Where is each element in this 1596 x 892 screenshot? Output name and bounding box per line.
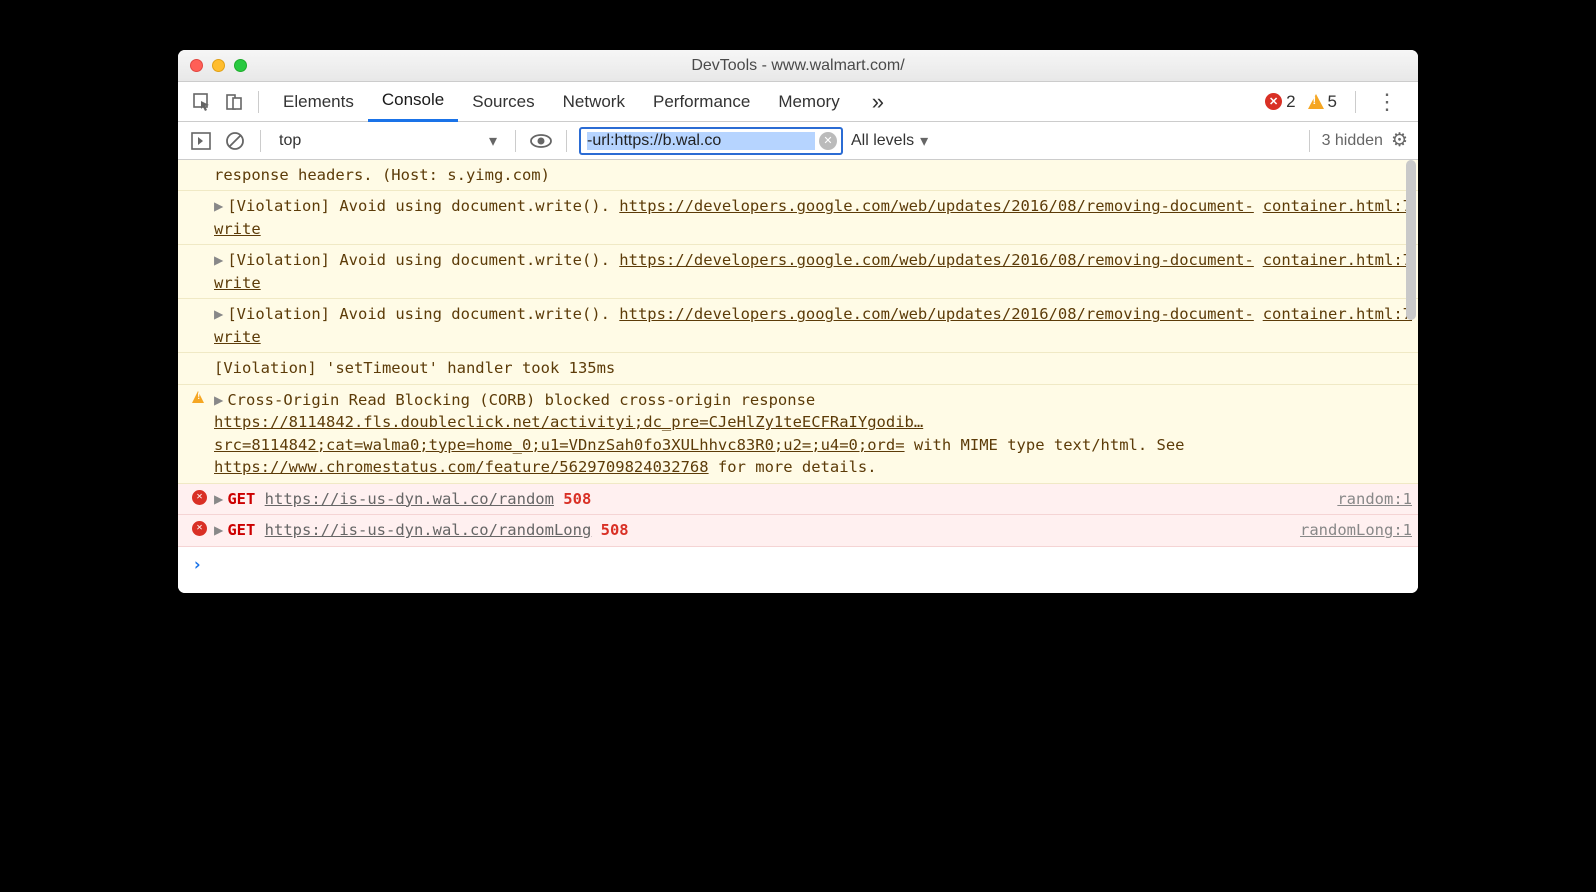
- device-mode-icon[interactable]: [220, 88, 248, 116]
- panel-tabs: ElementsConsoleSourcesNetworkPerformance…: [178, 82, 1418, 122]
- divider: [1309, 130, 1310, 152]
- filter-input[interactable]: [587, 132, 815, 150]
- more-tabs-button[interactable]: »: [858, 82, 898, 122]
- tab-console[interactable]: Console: [368, 82, 458, 122]
- filter-input-wrap: ✕: [579, 127, 843, 155]
- message-source-link[interactable]: randomLong:1: [1300, 519, 1412, 541]
- titlebar: DevTools - www.walmart.com/: [178, 50, 1418, 82]
- request-method: GET: [227, 490, 264, 508]
- live-expression-icon[interactable]: [528, 128, 554, 154]
- expand-icon[interactable]: ▶: [214, 195, 223, 217]
- console-warn-row: response headers. (Host: s.yimg.com): [178, 160, 1418, 191]
- scrollbar[interactable]: [1406, 160, 1416, 320]
- violation-docs-link[interactable]: https://developers.google.com/web/update…: [214, 197, 1254, 237]
- message-text: response headers. (Host: s.yimg.com): [214, 166, 550, 184]
- status-code: 508: [554, 490, 591, 508]
- error-count: 2: [1286, 92, 1295, 112]
- request-method: GET: [227, 521, 264, 539]
- expand-icon[interactable]: ▶: [214, 303, 223, 325]
- tab-performance[interactable]: Performance: [639, 82, 764, 122]
- prompt-caret-icon: ›: [192, 555, 202, 575]
- settings-menu-icon[interactable]: ⋮: [1366, 89, 1408, 115]
- error-count-badge[interactable]: ✕ 2: [1265, 92, 1295, 112]
- expand-icon[interactable]: ▶: [214, 249, 223, 271]
- console-toolbar: top ✕ All levels 3 hidden ⚙: [178, 122, 1418, 160]
- console-messages: response headers. (Host: s.yimg.com) cont…: [178, 160, 1418, 593]
- divider: [1355, 91, 1356, 113]
- inspect-icon[interactable]: [188, 88, 216, 116]
- warning-icon: [192, 391, 204, 403]
- divider: [260, 130, 261, 152]
- console-warn-row: container.html:7▶[Violation] Avoid using…: [178, 299, 1418, 353]
- console-settings-icon[interactable]: ⚙: [1391, 129, 1408, 152]
- window-title: DevTools - www.walmart.com/: [178, 57, 1418, 75]
- message-source-link[interactable]: container.html:7: [1263, 195, 1412, 217]
- tab-elements[interactable]: Elements: [269, 82, 368, 122]
- tab-memory[interactable]: Memory: [764, 82, 853, 122]
- devtools-window: DevTools - www.walmart.com/ ElementsCons…: [178, 50, 1418, 593]
- divider: [515, 130, 516, 152]
- error-icon: ✕: [192, 521, 207, 536]
- context-selector[interactable]: top: [273, 129, 503, 153]
- message-text: [Violation] 'setTimeout' handler took 13…: [214, 359, 615, 377]
- expand-icon[interactable]: ▶: [214, 488, 223, 510]
- console-err-row: randomLong:1 ✕ ▶GET https://is-us-dyn.wal.…: [178, 515, 1418, 546]
- warning-count-badge[interactable]: 5: [1308, 92, 1337, 112]
- request-url[interactable]: https://is-us-dyn.wal.co/random: [265, 490, 554, 508]
- clear-filter-icon[interactable]: ✕: [819, 132, 837, 150]
- corb-docs-link[interactable]: https://www.chromestatus.com/feature/562…: [214, 458, 709, 476]
- request-url[interactable]: https://is-us-dyn.wal.co/randomLong: [265, 521, 592, 539]
- corb-response-link[interactable]: https://8114842.fls.doubleclick.net/acti…: [214, 413, 923, 453]
- error-icon: ✕: [192, 490, 207, 505]
- message-source-link[interactable]: random:1: [1337, 488, 1412, 510]
- warning-icon: [1308, 94, 1324, 109]
- divider: [566, 130, 567, 152]
- log-levels-selector[interactable]: All levels: [851, 131, 928, 151]
- divider: [258, 91, 259, 113]
- console-prompt[interactable]: ›: [178, 547, 1418, 594]
- warning-count: 5: [1328, 92, 1337, 112]
- levels-label: All levels: [851, 132, 914, 150]
- message-source-link[interactable]: container.html:7: [1263, 249, 1412, 271]
- console-warn-row: [Violation] 'setTimeout' handler took 13…: [178, 353, 1418, 384]
- console-err-row: random:1 ✕ ▶GET https://is-us-dyn.wal.co/r…: [178, 484, 1418, 515]
- status-code: 508: [591, 521, 628, 539]
- console-warn-row: container.html:7▶[Violation] Avoid using…: [178, 191, 1418, 245]
- expand-icon[interactable]: ▶: [214, 389, 223, 411]
- clear-console-icon[interactable]: [222, 128, 248, 154]
- error-icon: ✕: [1265, 93, 1282, 110]
- console-warn-row: container.html:7▶[Violation] Avoid using…: [178, 245, 1418, 299]
- tab-sources[interactable]: Sources: [458, 82, 548, 122]
- console-warn-row: ▶Cross-Origin Read Blocking (CORB) block…: [178, 385, 1418, 484]
- message-source-link[interactable]: container.html:7: [1263, 303, 1412, 325]
- violation-docs-link[interactable]: https://developers.google.com/web/update…: [214, 305, 1254, 345]
- expand-icon[interactable]: ▶: [214, 519, 223, 541]
- tab-network[interactable]: Network: [549, 82, 639, 122]
- violation-docs-link[interactable]: https://developers.google.com/web/update…: [214, 251, 1254, 291]
- hidden-count[interactable]: 3 hidden: [1322, 132, 1383, 150]
- context-value: top: [279, 132, 301, 150]
- sidebar-toggle-icon[interactable]: [188, 128, 214, 154]
